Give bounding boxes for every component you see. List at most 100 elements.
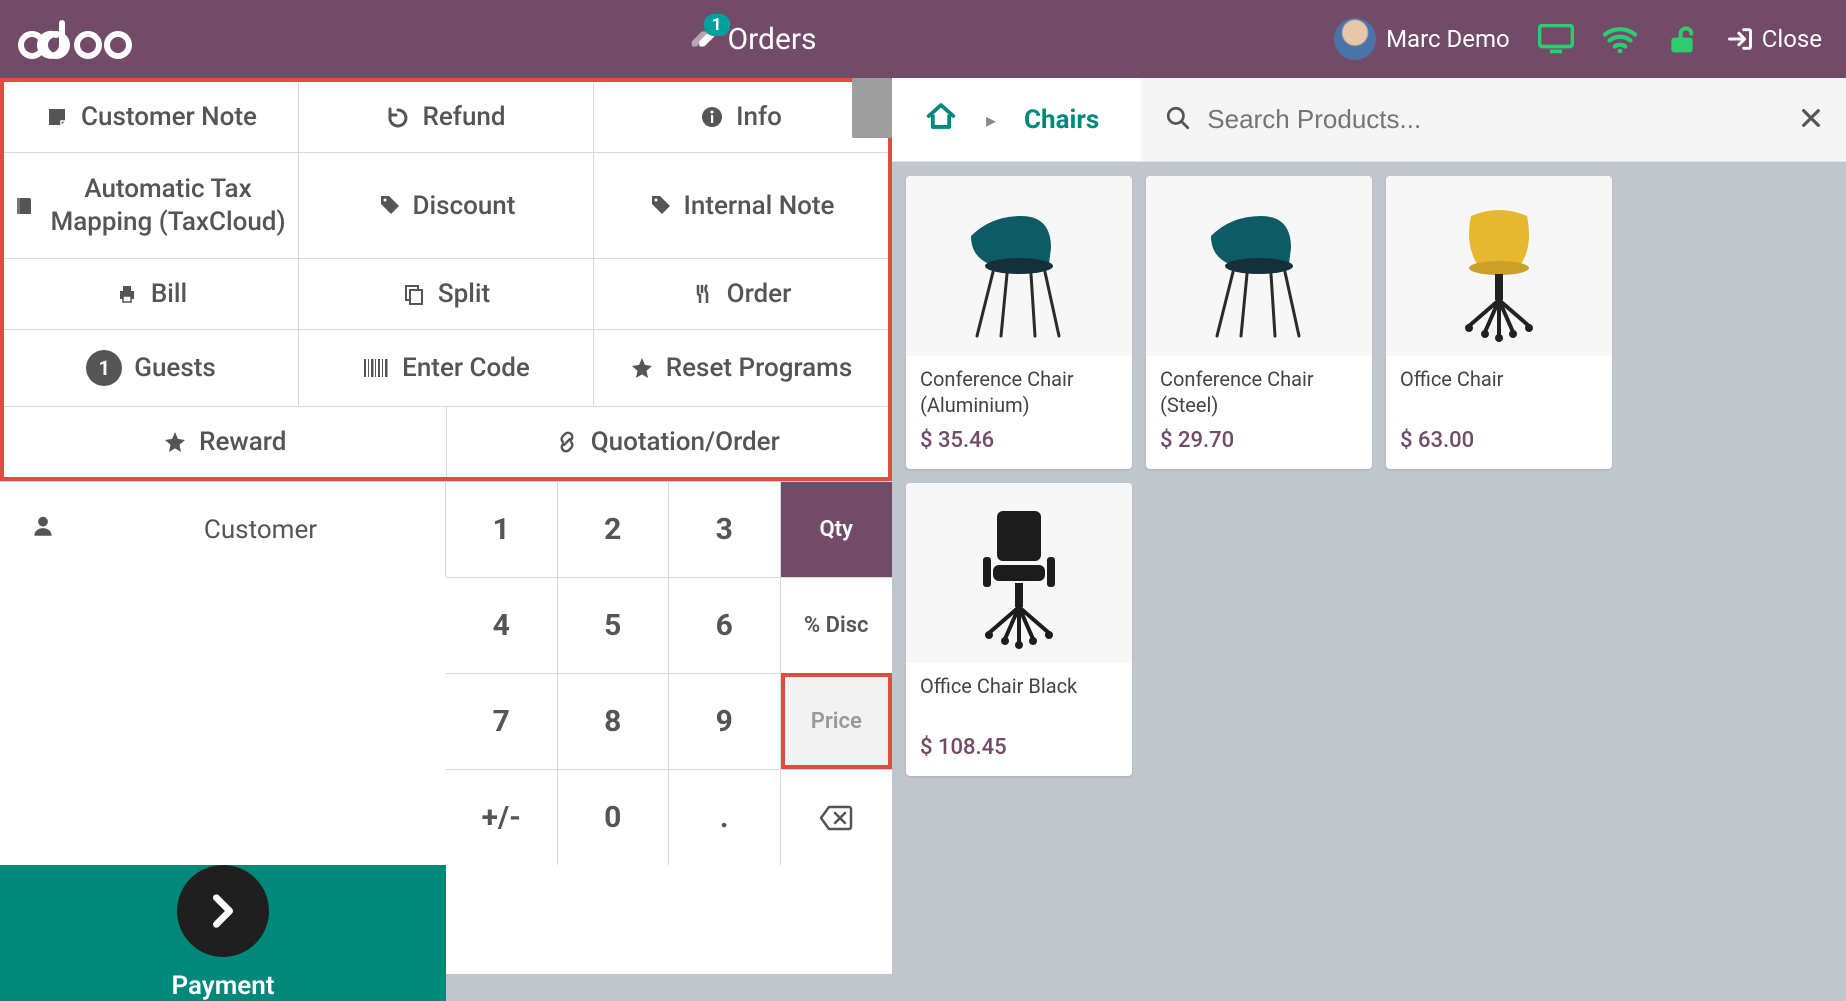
- product-price: $ 29.70: [1160, 428, 1358, 453]
- customer-label: Customer: [76, 515, 445, 545]
- auto-tax-label: Automatic Tax Mapping (TaxCloud): [46, 173, 290, 238]
- print-icon: [115, 282, 139, 306]
- key-2[interactable]: 2: [558, 481, 670, 577]
- product-price: $ 108.45: [920, 735, 1118, 760]
- product-image: [1386, 176, 1612, 356]
- internal-note-button[interactable]: Internal Note: [594, 153, 888, 258]
- reward-button[interactable]: Reward: [4, 407, 447, 477]
- bill-button[interactable]: Bill: [4, 259, 299, 329]
- payment-button[interactable]: Payment: [0, 865, 446, 1001]
- enter-code-label: Enter Code: [402, 353, 530, 383]
- mode-qty-button[interactable]: Qty: [781, 481, 893, 577]
- numpad: 1 2 3 Qty 4 5 6 % Disc 7 8 9 Price +/- 0…: [446, 481, 892, 865]
- link-icon: [555, 430, 579, 454]
- key-plusminus[interactable]: +/-: [446, 769, 558, 865]
- key-5[interactable]: 5: [558, 577, 670, 673]
- key-6[interactable]: 6: [669, 577, 781, 673]
- product-price: $ 35.46: [920, 428, 1118, 453]
- product-name: Office Chair Black: [920, 673, 1118, 727]
- search-input[interactable]: [1207, 104, 1784, 135]
- quotation-order-button[interactable]: Quotation/Order: [447, 407, 889, 477]
- reset-programs-button[interactable]: Reset Programs: [594, 330, 888, 406]
- product-name: Conference Chair (Aluminium): [920, 366, 1118, 420]
- tag-icon: [648, 194, 672, 218]
- auto-tax-button[interactable]: Automatic Tax Mapping (TaxCloud): [4, 153, 299, 258]
- payment-label: Payment: [171, 971, 274, 1001]
- refund-button[interactable]: Refund: [299, 82, 594, 152]
- product-card[interactable]: Conference Chair (Steel) $ 29.70: [1146, 176, 1372, 469]
- orders-label: Orders: [728, 22, 817, 57]
- book-icon: [12, 194, 36, 218]
- discount-button[interactable]: Discount: [299, 153, 594, 258]
- chevron-right-icon: [177, 865, 269, 957]
- key-dot[interactable]: .: [669, 769, 781, 865]
- split-label: Split: [438, 279, 490, 309]
- split-button[interactable]: Split: [299, 259, 594, 329]
- search-bar: [1141, 78, 1846, 161]
- discount-label: Discount: [413, 191, 516, 221]
- logout-icon: [1726, 26, 1754, 52]
- product-card[interactable]: Conference Chair (Aluminium) $ 35.46: [906, 176, 1132, 469]
- product-name: Conference Chair (Steel): [1160, 366, 1358, 420]
- star-icon: [163, 430, 187, 454]
- key-4[interactable]: 4: [446, 577, 558, 673]
- refund-label: Refund: [422, 102, 505, 132]
- product-card[interactable]: Office Chair $ 63.00: [1386, 176, 1612, 469]
- breadcrumb-bar: ▸ Chairs: [892, 78, 1846, 162]
- guests-label: Guests: [134, 353, 216, 383]
- order-scrollbar[interactable]: [852, 78, 892, 138]
- copy-icon: [402, 282, 426, 306]
- customer-note-button[interactable]: Customer Note: [4, 82, 299, 152]
- left-pane: Customer Note Refund Info Automatic Tax …: [0, 78, 892, 974]
- customer-note-label: Customer Note: [81, 102, 257, 132]
- cutlery-icon: [691, 282, 715, 306]
- bill-label: Bill: [151, 279, 187, 309]
- key-8[interactable]: 8: [558, 673, 670, 769]
- orders-count-badge: 1: [704, 14, 730, 36]
- close-button[interactable]: Close: [1726, 25, 1822, 53]
- odoo-logo: [0, 19, 170, 59]
- backspace-icon: [819, 805, 853, 831]
- customer-button[interactable]: Customer: [0, 481, 446, 577]
- guests-button[interactable]: 1 Guests: [4, 330, 299, 406]
- mode-disc-button[interactable]: % Disc: [781, 577, 893, 673]
- lock-status-icon[interactable]: [1666, 24, 1698, 54]
- chevron-right-icon: ▸: [986, 108, 996, 132]
- product-price: $ 63.00: [1400, 428, 1598, 453]
- product-image: [906, 176, 1132, 356]
- key-0[interactable]: 0: [558, 769, 670, 865]
- key-backspace[interactable]: [781, 769, 893, 865]
- orders-button[interactable]: 1 Orders: [688, 22, 817, 57]
- search-icon: [1165, 105, 1191, 135]
- quotation-order-label: Quotation/Order: [591, 427, 780, 457]
- order-label: Order: [727, 279, 792, 309]
- star-icon: [630, 356, 654, 380]
- product-image: [906, 483, 1132, 663]
- screen-status-icon[interactable]: [1538, 24, 1574, 54]
- user-icon: [30, 513, 56, 546]
- key-1[interactable]: 1: [446, 481, 558, 577]
- key-3[interactable]: 3: [669, 481, 781, 577]
- key-7[interactable]: 7: [446, 673, 558, 769]
- reset-programs-label: Reset Programs: [666, 353, 852, 383]
- product-image: [1146, 176, 1372, 356]
- mode-price-button[interactable]: Price: [781, 673, 893, 769]
- wifi-status-icon[interactable]: [1602, 25, 1638, 53]
- search-clear-button[interactable]: [1800, 107, 1822, 133]
- user-button[interactable]: Marc Demo: [1334, 18, 1510, 60]
- info-button[interactable]: Info: [594, 82, 888, 152]
- product-card[interactable]: Office Chair Black $ 108.45: [906, 483, 1132, 776]
- sticky-note-icon: [45, 105, 69, 129]
- home-button[interactable]: [924, 101, 958, 138]
- odoo-logo-icon: [18, 19, 148, 59]
- control-pad: Customer Note Refund Info Automatic Tax …: [0, 78, 892, 481]
- enter-code-button[interactable]: Enter Code: [299, 330, 594, 406]
- app-header: 1 Orders Marc Demo Close: [0, 0, 1846, 78]
- key-9[interactable]: 9: [669, 673, 781, 769]
- order-button[interactable]: Order: [594, 259, 888, 329]
- info-icon: [700, 105, 724, 129]
- product-name: Office Chair: [1400, 366, 1598, 420]
- right-pane: ▸ Chairs Conference Chair (Aluminium) $ …: [892, 78, 1846, 974]
- breadcrumb-category[interactable]: Chairs: [1024, 105, 1099, 135]
- reward-label: Reward: [199, 427, 286, 457]
